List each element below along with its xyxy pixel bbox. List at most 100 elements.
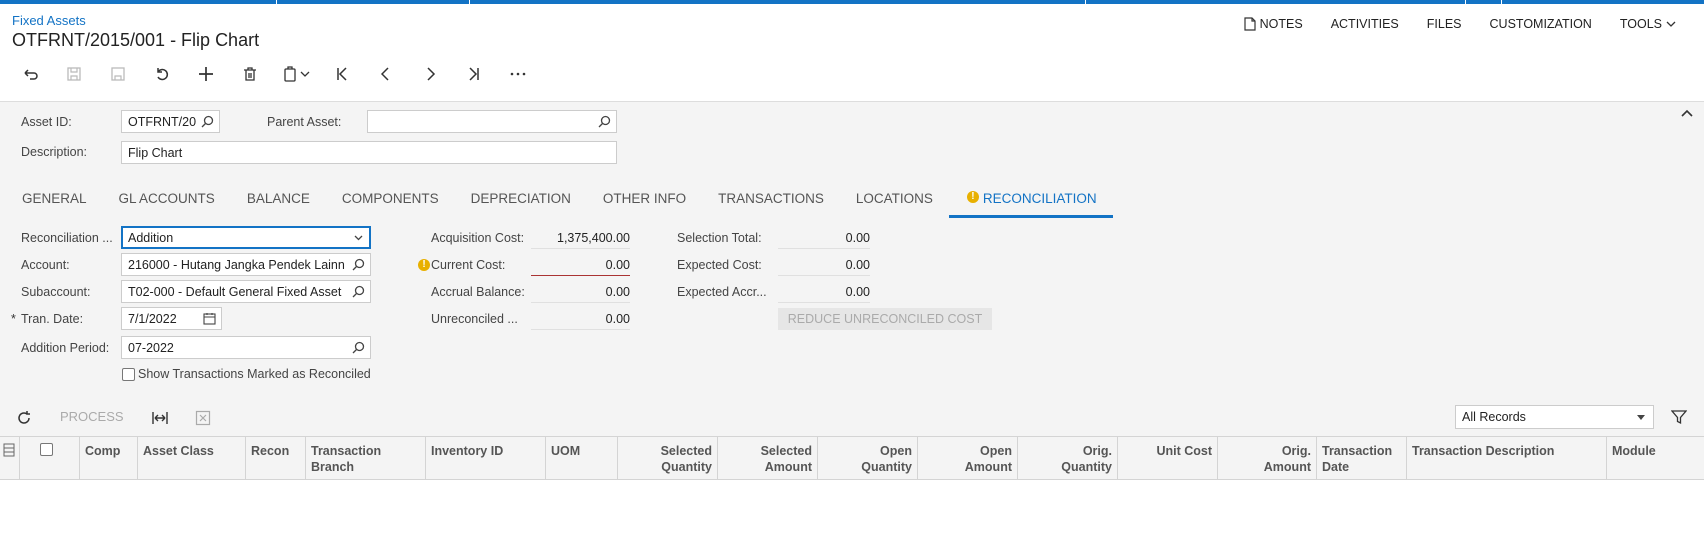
accrual-balance-label: Accrual Balance:	[431, 285, 525, 299]
reconciliation-type-select[interactable]: Addition	[121, 226, 371, 249]
search-icon[interactable]	[352, 285, 365, 298]
subaccount-label: Subaccount:	[21, 285, 91, 299]
first-icon	[337, 67, 347, 81]
tab-gl-accounts[interactable]: GL ACCOUNTS	[103, 184, 231, 218]
save-icon	[111, 67, 125, 81]
activities-link[interactable]: ACTIVITIES	[1317, 17, 1413, 31]
tab-reconciliation[interactable]: ! RECONCILIATION	[948, 184, 1113, 218]
column-header[interactable]: Open Quantity	[818, 437, 918, 481]
collapse-icon[interactable]	[1680, 106, 1694, 120]
customization-label: CUSTOMIZATION	[1489, 17, 1592, 31]
expected-cost-value: 0.00	[778, 254, 870, 276]
tab-label: COMPONENTS	[341, 191, 439, 206]
account-label: Account:	[21, 258, 70, 272]
description-field[interactable]: Flip Chart	[121, 141, 617, 164]
tab-depreciation[interactable]: DEPRECIATION	[455, 184, 587, 218]
breadcrumb[interactable]: Fixed Assets	[12, 13, 86, 28]
note-icon	[1244, 17, 1256, 31]
filter-icon[interactable]	[1671, 409, 1687, 425]
column-header[interactable]: Transaction Date	[1317, 437, 1407, 481]
asset-id-field[interactable]: OTFRNT/20	[121, 110, 220, 133]
subaccount-field[interactable]: T02-000 - Default General Fixed Asset	[121, 280, 371, 303]
select-all-checkbox[interactable]	[40, 443, 53, 456]
tab-balance[interactable]: BALANCE	[231, 184, 326, 218]
search-icon[interactable]	[201, 115, 214, 128]
column-header[interactable]: Unit Cost	[1118, 437, 1218, 481]
unreconciled-label: Unreconciled ...	[431, 312, 518, 326]
process-button[interactable]: PROCESS	[60, 409, 124, 424]
grid-header: Comp Asset Class Recon Transaction Branch…	[0, 436, 1704, 481]
tab-other-info[interactable]: OTHER INFO	[587, 184, 702, 218]
show-reconciled-checkbox[interactable]	[122, 368, 135, 381]
tab-label: BALANCE	[246, 191, 310, 206]
previous-record-button[interactable]	[364, 60, 408, 88]
next-record-button[interactable]	[408, 60, 452, 88]
tab-locations[interactable]: LOCATIONS	[840, 184, 949, 218]
page-title: OTFRNT/2015/001 - Flip Chart	[12, 30, 260, 50]
save-button[interactable]	[96, 60, 140, 88]
add-button[interactable]	[184, 60, 228, 88]
column-header[interactable]: Transaction Description	[1407, 437, 1607, 481]
customization-link[interactable]: CUSTOMIZATION	[1476, 17, 1606, 31]
acquisition-cost-value: 1,375,400.00	[531, 227, 630, 249]
excel-export-icon[interactable]	[195, 410, 211, 426]
current-cost-label: Current Cost:	[431, 258, 506, 272]
tab-general[interactable]: GENERAL	[0, 184, 103, 218]
column-header[interactable]: Open Amount	[918, 437, 1018, 481]
column-header[interactable]: Selected Quantity	[618, 437, 718, 481]
copy-paste-button[interactable]	[272, 60, 320, 88]
records-filter-select[interactable]: All Records	[1455, 405, 1654, 429]
fit-columns-icon[interactable]	[151, 410, 169, 426]
description-label: Description:	[21, 145, 87, 159]
refresh-icon[interactable]	[16, 410, 32, 426]
last-record-button[interactable]	[452, 60, 496, 88]
reduce-unreconciled-cost-button[interactable]: REDUCE UNRECONCILED COST	[778, 308, 992, 330]
tab-label: GENERAL	[22, 191, 87, 206]
top-accent-bar	[0, 0, 1704, 4]
tab-transactions[interactable]: TRANSACTIONS	[702, 184, 840, 218]
column-header[interactable]: Inventory ID	[426, 437, 546, 481]
notes-link[interactable]: NOTES	[1230, 17, 1317, 31]
tran-date-field[interactable]: 7/1/2022	[121, 307, 222, 330]
calendar-icon[interactable]	[203, 312, 216, 325]
column-header[interactable]: Recon	[246, 437, 306, 481]
asset-id-label: Asset ID:	[21, 115, 72, 129]
dropdown-caret-icon	[1637, 415, 1645, 420]
back-button[interactable]	[8, 60, 52, 88]
activities-label: ACTIVITIES	[1330, 17, 1399, 31]
delete-button[interactable]	[228, 60, 272, 88]
addition-period-field[interactable]: 07-2022	[121, 336, 371, 359]
files-link[interactable]: FILES	[1413, 17, 1476, 31]
warning-icon: !	[418, 259, 430, 271]
chevron-right-icon	[427, 67, 436, 81]
column-header[interactable]: Comp	[80, 437, 138, 481]
tools-link[interactable]: TOOLS	[1606, 17, 1690, 31]
refresh-undo-icon	[157, 68, 169, 81]
more-icon	[510, 72, 526, 76]
description-value: Flip Chart	[128, 146, 183, 160]
column-header[interactable]: Orig. Amount	[1218, 437, 1317, 481]
expected-cost-label: Expected Cost:	[677, 258, 762, 272]
row-settings-icon[interactable]	[0, 437, 20, 481]
save-close-button[interactable]	[52, 60, 96, 88]
tab-components[interactable]: COMPONENTS	[326, 184, 455, 218]
search-icon[interactable]	[598, 115, 611, 128]
grid-toolbar: PROCESS	[0, 404, 1704, 432]
column-header[interactable]: Orig. Quantity	[1018, 437, 1118, 481]
select-all-cell	[20, 437, 80, 481]
column-header[interactable]: UOM	[546, 437, 618, 481]
parent-asset-field[interactable]	[367, 110, 617, 133]
first-record-button[interactable]	[320, 60, 364, 88]
column-header[interactable]: Selected Amount	[718, 437, 818, 481]
column-header[interactable]: Module	[1607, 437, 1704, 481]
chevron-down-icon	[1666, 21, 1676, 27]
search-icon[interactable]	[352, 341, 365, 354]
records-filter-value: All Records	[1462, 410, 1526, 424]
account-field[interactable]: 216000 - Hutang Jangka Pendek Lainn	[121, 253, 371, 276]
cancel-button[interactable]	[140, 60, 184, 88]
addition-period-value: 07-2022	[128, 341, 174, 355]
column-header[interactable]: Transaction Branch	[306, 437, 426, 481]
search-icon[interactable]	[352, 258, 365, 271]
column-header[interactable]: Asset Class	[138, 437, 246, 481]
more-button[interactable]	[496, 60, 540, 88]
